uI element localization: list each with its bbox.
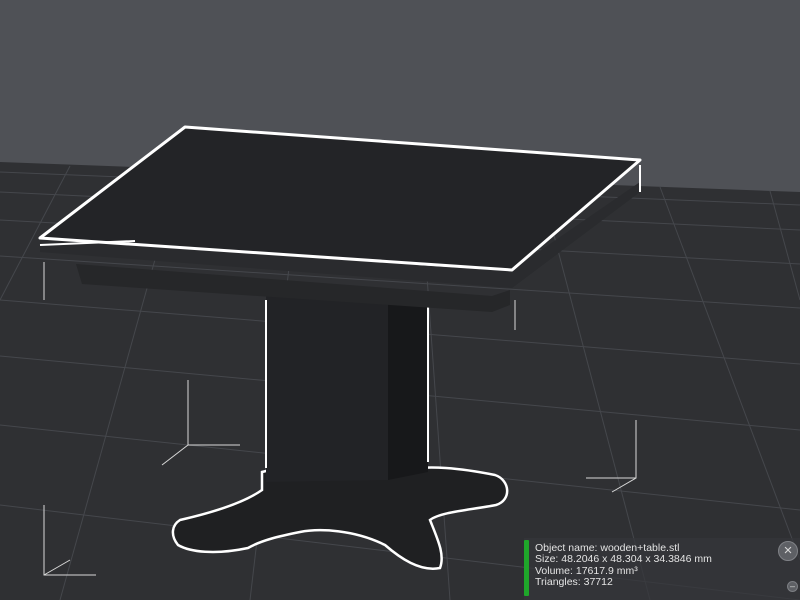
object-info-panel: Object name: wooden+table.stl Size: 48.2… [524, 538, 800, 600]
table-pedestal [266, 294, 388, 482]
info-accent-bar [524, 540, 529, 596]
scene-canvas[interactable] [0, 0, 800, 600]
collapse-icon[interactable]: – [787, 581, 798, 592]
table-pedestal-side [388, 292, 428, 480]
close-icon[interactable]: × [778, 541, 798, 561]
3d-viewport[interactable]: Object name: wooden+table.stl Size: 48.2… [0, 0, 800, 600]
object-triangles-text: Triangles: 37712 [535, 576, 613, 589]
